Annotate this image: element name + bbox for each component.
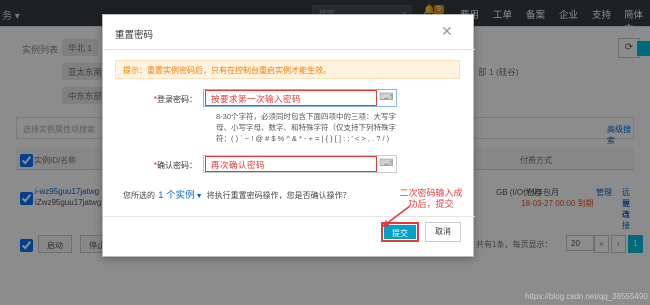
password-rules-hint: 8-30个字符，必须同时包含下面四项中的三项：大写字母、小写字母、数字、和特殊字…: [216, 112, 397, 143]
confirm-password-label: *确认密码：: [103, 160, 197, 171]
login-password-label-text: 登录密码：: [157, 95, 197, 104]
dialog-title: 重置密码: [115, 30, 154, 41]
annotation-box-first-input: 按要求第一次输入密码: [205, 90, 377, 106]
keyboard-icon[interactable]: ⌨: [376, 90, 396, 106]
keyboard-icon[interactable]: ⌨: [376, 156, 396, 172]
instance-prefix: 您所选的: [123, 191, 155, 200]
divider: [103, 49, 475, 50]
watermark: https://blog.csdn.net/qq_38555490: [525, 292, 648, 301]
login-password-label: *登录密码：: [103, 94, 197, 105]
annotation-arrow-icon: [382, 205, 411, 227]
instance-suffix: 将执行重置密码操作，您是否确认操作？: [206, 191, 351, 200]
close-icon[interactable]: ✕: [441, 23, 453, 40]
notice-banner: 提示：重置实例密码后，只有在控制台重启实例才能生效。: [115, 60, 460, 79]
chevron-down-icon[interactable]: ▼: [196, 193, 203, 200]
annotation-box-confirm-input: 再次确认密码: [205, 156, 377, 172]
confirm-password-label-text: 确认密码：: [157, 161, 197, 170]
cancel-button[interactable]: 取消: [425, 222, 461, 242]
instance-confirm-text: 您所选的 1 个实例▼ 将执行重置密码操作，您是否确认操作？: [123, 187, 351, 201]
instance-count-link[interactable]: 1 个实例: [158, 190, 194, 201]
